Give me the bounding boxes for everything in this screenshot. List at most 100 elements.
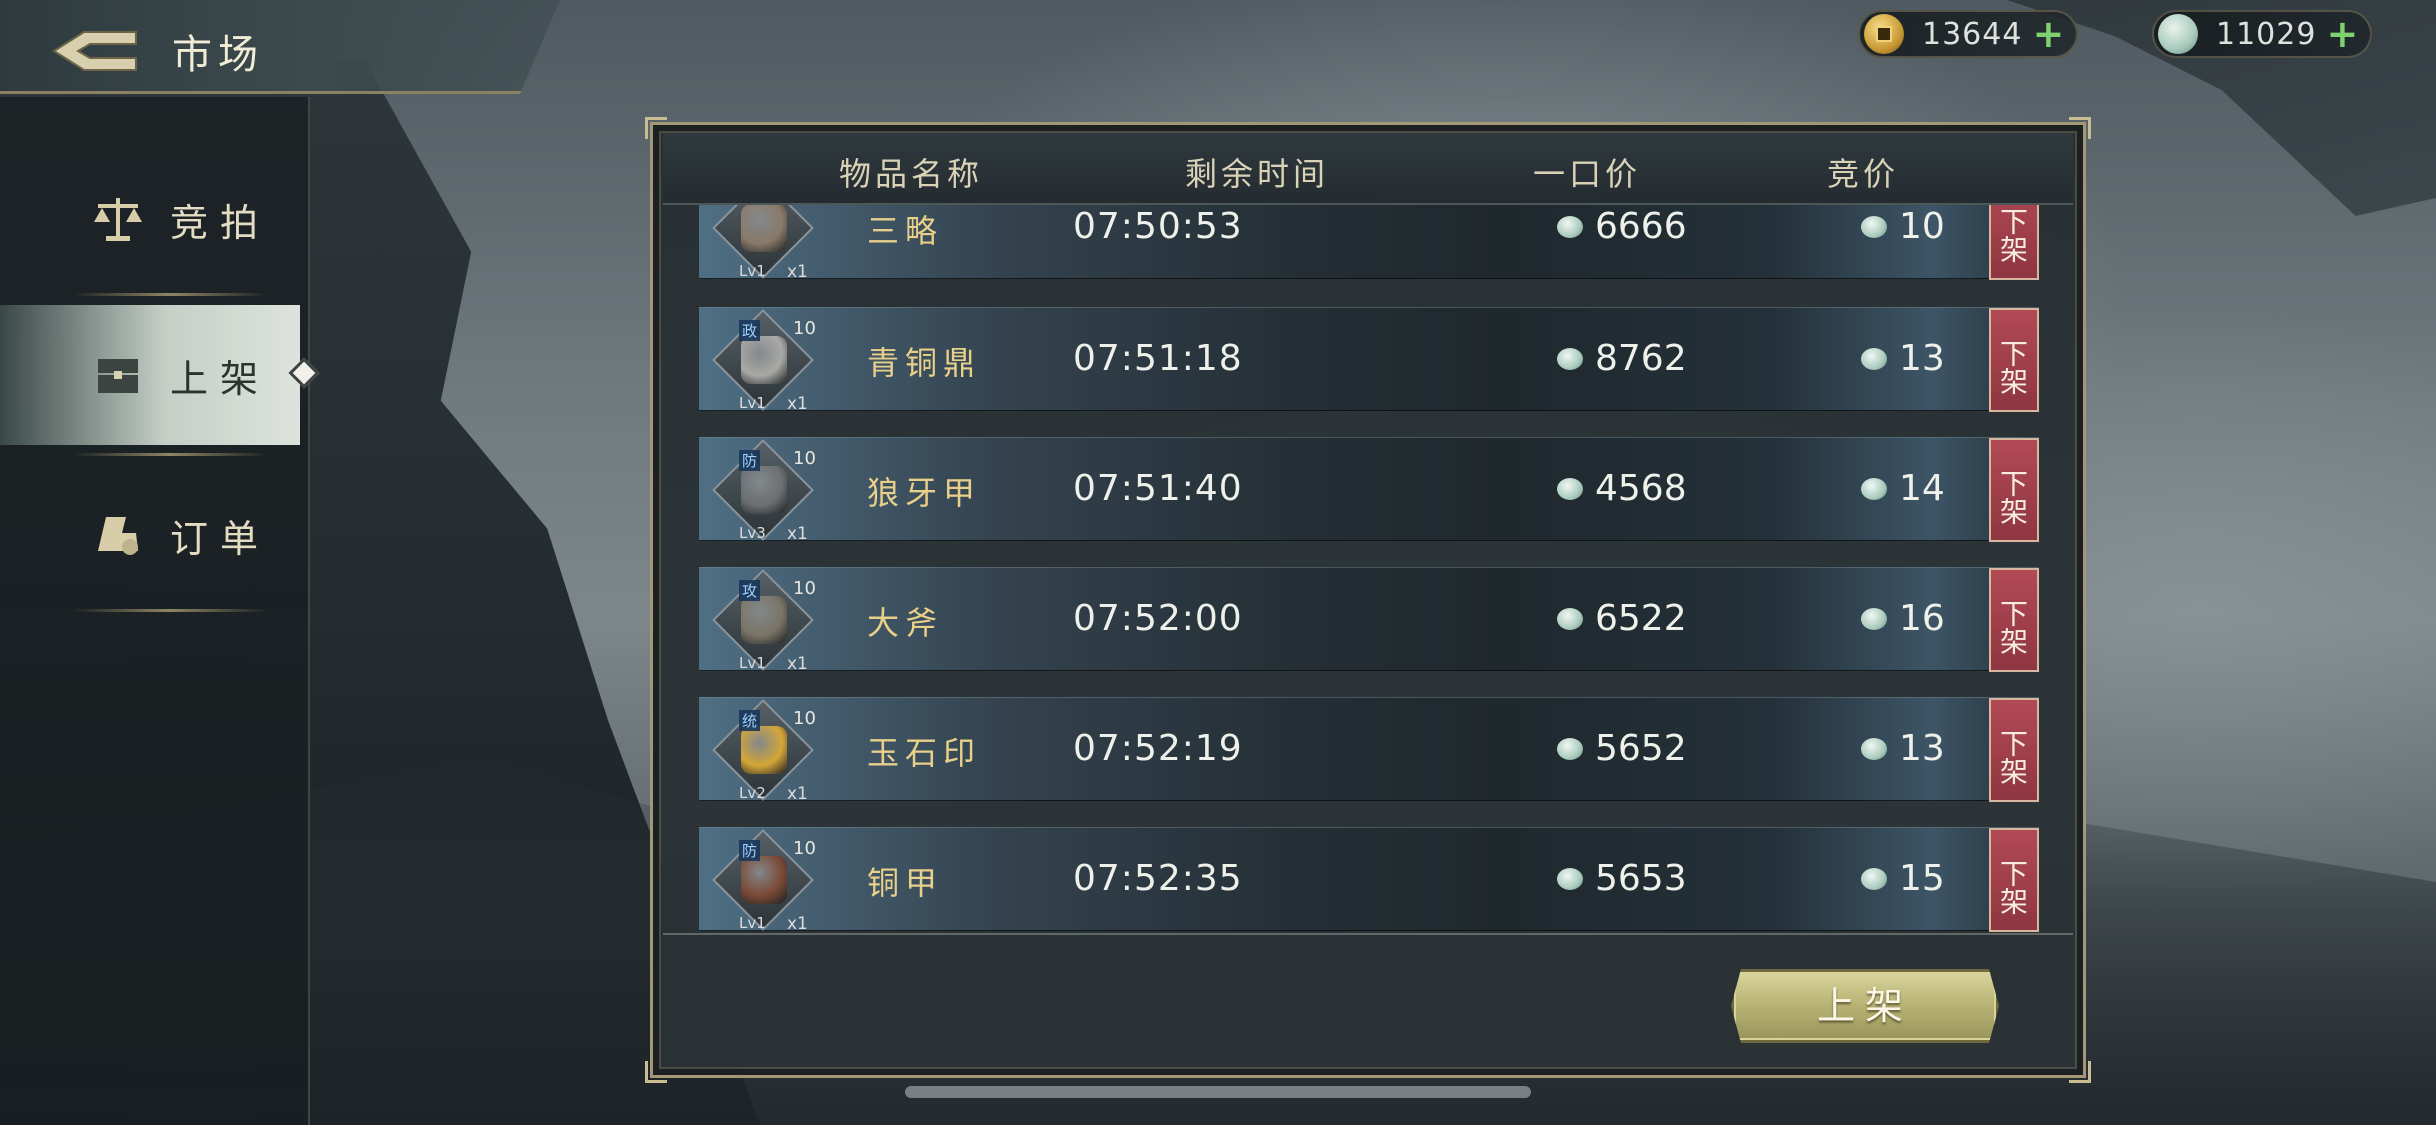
item-icon-frame[interactable]: 10 Lv1 x1 [712,205,816,282]
item-icon [741,336,787,384]
divider [72,453,268,456]
item-level: Lv3 [739,524,766,542]
item-icon-frame[interactable]: 攻 10 Lv1 x1 [712,569,816,674]
table-row[interactable]: 攻 10 Lv1 x1 大斧 07:52:00 6522 16 下架 [699,567,2039,674]
item-icon-frame[interactable]: 防 10 Lv1 x1 [712,829,816,933]
item-stack-count: 10 [793,205,816,207]
bid-price: 10 [1861,206,1945,247]
item-quantity: x1 [787,262,808,282]
delist-button[interactable]: 下架 [1989,828,2039,932]
bid-price: 14 [1861,468,1945,509]
table-row[interactable]: 防 10 Lv3 x1 狼牙甲 07:51:40 4568 14 下架 [699,437,2039,544]
item-stack-count: 10 [793,838,816,859]
jade-coin-icon [1557,477,1583,500]
item-name: 铜甲 [867,864,944,902]
jade-coin-icon [1557,347,1583,370]
buyout-price: 6666 [1557,206,1687,247]
table-row[interactable]: 政 10 Lv1 x1 青铜鼎 07:51:18 8762 13 下架 [699,307,2039,414]
jade-coin-icon [1861,607,1887,630]
delist-button[interactable]: 下架 [1989,308,2039,412]
column-header-name: 物品名称 [839,155,984,193]
sidebar-item-orders[interactable]: 订单 [0,465,300,605]
item-icon-frame[interactable]: 防 10 Lv3 x1 [712,439,816,544]
item-stack-count: 10 [793,708,816,729]
bid-price: 13 [1861,338,1945,379]
remaining-time: 07:51:40 [1073,468,1243,509]
item-quantity: x1 [787,784,808,804]
remaining-time: 07:52:35 [1073,858,1243,899]
item-level: Lv1 [739,654,766,672]
horizontal-scrollbar[interactable] [905,1086,1531,1098]
item-name: 三略 [867,212,944,250]
table-row[interactable]: 防 10 Lv1 x1 铜甲 07:52:35 5653 15 下架 [699,827,2039,933]
item-icon [741,596,787,644]
sidebar-item-listing[interactable]: 上架 [0,305,300,445]
item-name: 玉石印 [867,734,982,772]
item-type-tag: 政 [739,320,761,341]
item-quantity: x1 [787,654,808,674]
chest-icon [88,345,148,405]
item-type-tag: 攻 [739,580,761,601]
top-header: 市场 [0,0,560,94]
delist-button[interactable]: 下架 [1989,438,2039,542]
item-level: Lv1 [739,394,766,412]
item-type-tag: 统 [739,710,761,731]
table-header: 物品名称 剩余时间 一口价 竞价 [663,133,2073,205]
copper-amount: 13644 [1922,16,2023,52]
item-icon [741,856,787,904]
table-row[interactable]: 10 Lv1 x1 三略 07:50:53 6666 10 下架 [699,205,2039,282]
item-level: Lv1 [739,262,766,280]
jade-coin-icon [1861,867,1887,890]
item-icon [741,466,787,514]
bid-price: 15 [1861,858,1945,899]
buyout-price: 6522 [1557,598,1687,639]
add-copper-button[interactable]: + [2032,12,2064,56]
item-name: 大斧 [867,604,944,642]
bid-price: 13 [1861,728,1945,769]
column-header-bid: 竞价 [1827,155,1900,193]
buyout-price: 8762 [1557,338,1687,379]
item-level: Lv2 [739,784,766,802]
item-quantity: x1 [787,394,808,414]
item-name: 狼牙甲 [867,474,982,512]
jade-coin-icon [1861,215,1887,238]
item-quantity: x1 [787,524,808,544]
item-quantity: x1 [787,914,808,933]
item-name: 青铜鼎 [867,344,982,382]
jade-coin-icon [1861,347,1887,370]
table-row[interactable]: 统 10 Lv2 x1 玉石印 07:52:19 5652 13 下架 [699,697,2039,804]
copper-coin-icon [1864,14,1904,54]
jade-coin-icon [2158,14,2198,54]
jade-amount: 11029 [2216,16,2317,52]
scale-icon [88,189,148,249]
column-header-buyout: 一口价 [1533,155,1642,193]
back-button[interactable] [44,28,144,74]
sidebar-item-auction[interactable]: 竞拍 [0,149,300,289]
divider [72,609,268,612]
item-type-tag: 防 [739,450,761,471]
listing-list[interactable]: 10Lv1x1三略07:50:53666610下架政10Lv1x1青铜鼎07:5… [663,205,2073,933]
sidebar-item-label: 订单 [170,516,271,561]
item-icon-frame[interactable]: 统 10 Lv2 x1 [712,699,816,804]
buyout-price: 5652 [1557,728,1687,769]
delist-button[interactable]: 下架 [1989,568,2039,672]
list-item-button[interactable]: 上架 [1731,969,1999,1043]
jade-currency: 11029 + [2152,10,2372,58]
jade-coin-icon [1861,737,1887,760]
bid-price: 16 [1861,598,1945,639]
jade-coin-icon [1557,867,1583,890]
remaining-time: 07:52:00 [1073,598,1243,639]
sidebar-item-label: 上架 [170,356,271,401]
page-title: 市场 [172,32,264,78]
sidebar-item-label: 竞拍 [170,200,271,245]
buyout-price: 4568 [1557,468,1687,509]
item-icon-frame[interactable]: 政 10 Lv1 x1 [712,309,816,414]
item-icon [741,726,787,774]
buyout-price: 5653 [1557,858,1687,899]
delist-button[interactable]: 下架 [1989,205,2039,280]
jade-coin-icon [1557,607,1583,630]
add-jade-button[interactable]: + [2326,12,2358,56]
item-stack-count: 10 [793,448,816,469]
delist-button[interactable]: 下架 [1989,698,2039,802]
jade-coin-icon [1557,737,1583,760]
